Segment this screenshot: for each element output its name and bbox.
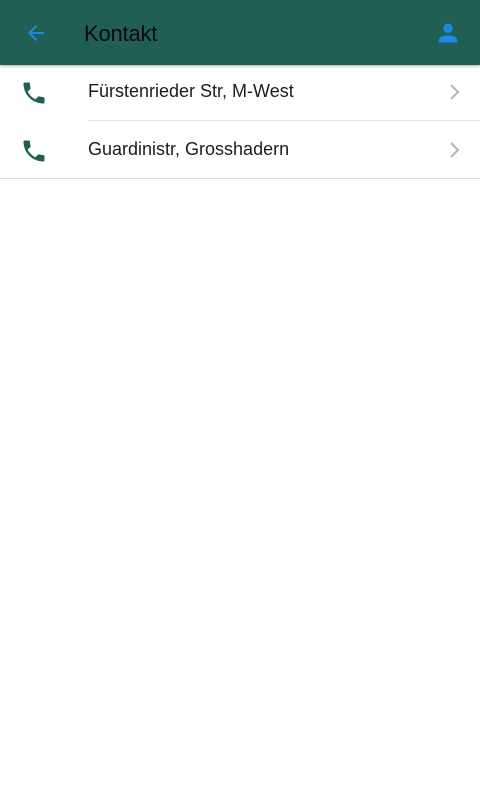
contact-label: Fürstenrieder Str, M-West bbox=[88, 81, 294, 101]
arrow-left-icon bbox=[28, 25, 44, 41]
divider bbox=[88, 120, 480, 121]
back-button[interactable] bbox=[14, 12, 58, 54]
user-icon bbox=[438, 23, 458, 43]
chevron-right-icon bbox=[450, 142, 460, 158]
phone-icon bbox=[23, 140, 45, 162]
contact-row-fuerstenrieder[interactable]: Fürstenrieder Str, M-West bbox=[0, 65, 480, 121]
chevron-right-icon bbox=[450, 84, 460, 100]
divider bbox=[0, 178, 480, 179]
profile-button[interactable] bbox=[428, 14, 468, 52]
contact-list: Fürstenrieder Str, M-West Guardinistr, G… bbox=[0, 65, 480, 179]
contact-label: Guardinistr, Grosshadern bbox=[88, 139, 290, 159]
contact-row-guardinistr[interactable]: Guardinistr, Grosshadern bbox=[0, 123, 480, 179]
app-header: Kontakt bbox=[0, 0, 480, 65]
page-title: Kontakt bbox=[84, 21, 158, 46]
phone-icon bbox=[23, 82, 45, 104]
